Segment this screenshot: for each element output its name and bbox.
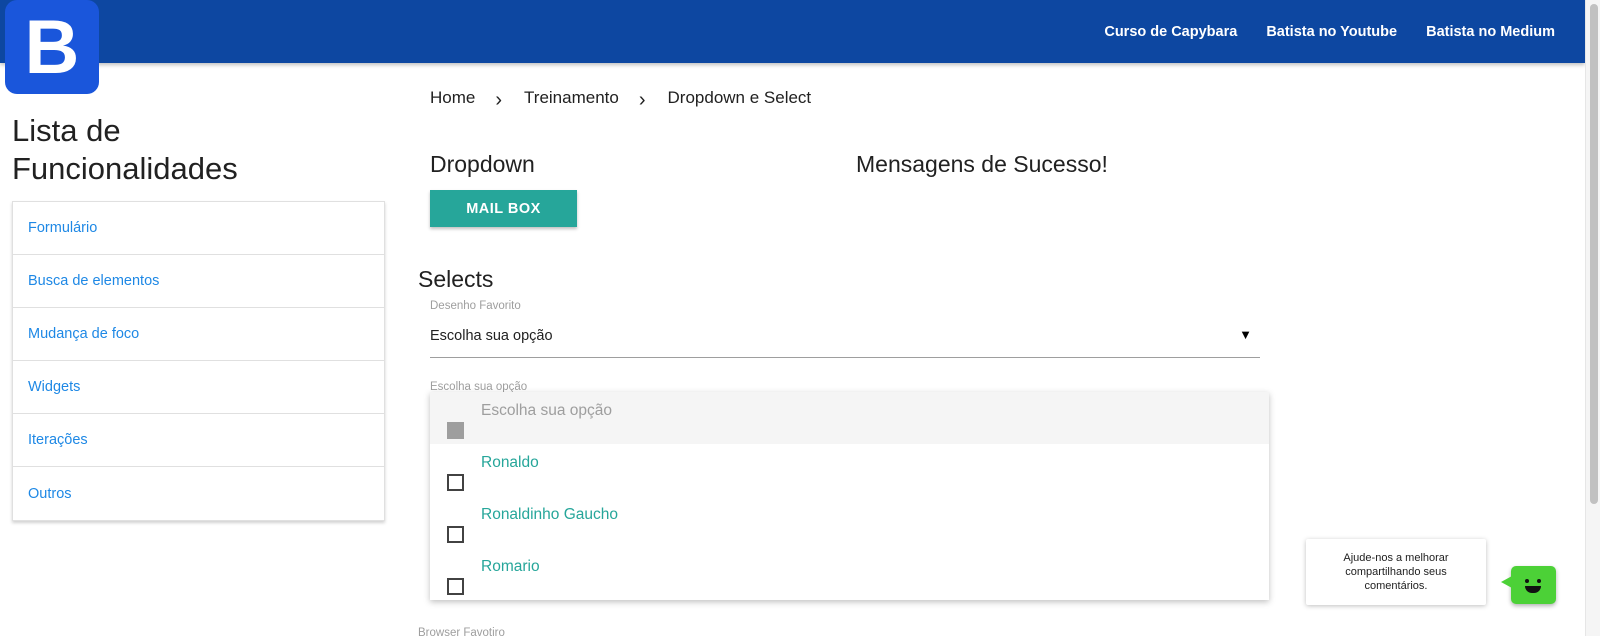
selects-heading: Selects (418, 266, 494, 292)
sidebar-item-iteracoes[interactable]: Iterações (13, 414, 384, 467)
breadcrumb-home[interactable]: Home (430, 88, 475, 108)
success-messages-heading: Mensagens de Sucesso! (856, 151, 1108, 177)
nav-link-batista-medium[interactable]: Batista no Medium (1426, 24, 1555, 40)
sidebar-item-busca-elementos[interactable]: Busca de elementos (13, 255, 384, 308)
dropdown-heading: Dropdown (430, 151, 535, 177)
dropdown-option-ronaldinho-gaucho[interactable]: Ronaldinho Gaucho (430, 496, 1269, 548)
scrollbar-thumb[interactable] (1590, 4, 1598, 504)
desenho-favorito-label: Desenho Favorito (430, 300, 521, 312)
browser-favorito-label: Browser Favotiro (418, 627, 505, 639)
bot-eye-icon (1537, 579, 1541, 583)
scrollbar[interactable] (1585, 0, 1600, 636)
sidebar-menu: Formulário Busca de elementos Mudança de… (12, 201, 385, 521)
sidebar-title-line2: Funcionalidades (12, 151, 238, 186)
top-nav-links: Curso de Capybara Batista no Youtube Bat… (1075, 0, 1555, 63)
sidebar-item-mudanca-foco[interactable]: Mudança de foco (13, 308, 384, 361)
dropdown-option-ronaldo[interactable]: Ronaldo (430, 444, 1269, 496)
desenho-favorito-select[interactable]: Escolha sua opção ▼ (430, 315, 1260, 358)
sidebar-item-outros[interactable]: Outros (13, 467, 384, 520)
mail-box-button[interactable]: MAIL BOX (430, 190, 577, 227)
option-label: Ronaldo (481, 454, 539, 471)
dropdown-option-romario[interactable]: Romario (430, 548, 1269, 600)
sidebar-item-formulario[interactable]: Formulário (13, 202, 384, 255)
chevron-right-icon: › (638, 89, 646, 111)
checkbox-icon[interactable] (447, 578, 464, 595)
feedback-bubble[interactable]: Ajude-nos a melhorar compartilhando seus… (1306, 539, 1486, 605)
multi-select-dropdown: Escolha sua opção Ronaldo Ronaldinho Gau… (430, 392, 1269, 600)
option-label: Romario (481, 558, 540, 575)
checkbox-icon (447, 422, 464, 439)
checkbox-icon[interactable] (447, 526, 464, 543)
caret-down-icon: ▼ (1239, 327, 1252, 342)
bot-mouth-icon (1525, 586, 1541, 593)
breadcrumb-treinamento[interactable]: Treinamento (524, 88, 619, 108)
dropdown-option-placeholder: Escolha sua opção (430, 392, 1269, 444)
option-label: Ronaldinho Gaucho (481, 506, 619, 523)
breadcrumb-dropdown-select: Dropdown e Select (667, 87, 812, 107)
desenho-favorito-value: Escolha sua opção (430, 328, 553, 344)
logo[interactable]: B (5, 0, 99, 94)
top-navbar: Curso de Capybara Batista no Youtube Bat… (0, 0, 1585, 63)
checkbox-icon[interactable] (447, 474, 464, 491)
option-label: Escolha sua opção (481, 402, 612, 419)
nav-link-batista-youtube[interactable]: Batista no Youtube (1266, 24, 1397, 40)
sidebar-item-widgets[interactable]: Widgets (13, 361, 384, 414)
sidebar-title-line1: Lista de (12, 113, 121, 148)
feedback-bot-button[interactable] (1501, 566, 1556, 604)
logo-letter: B (24, 5, 80, 90)
bot-eye-icon (1525, 579, 1529, 583)
breadcrumb: Home › Treinamento › Dropdown e Select (430, 86, 812, 112)
nav-link-curso-capybara[interactable]: Curso de Capybara (1104, 24, 1237, 40)
chevron-right-icon: › (495, 89, 503, 111)
sidebar-title: Lista de Funcionalidades (12, 112, 352, 188)
